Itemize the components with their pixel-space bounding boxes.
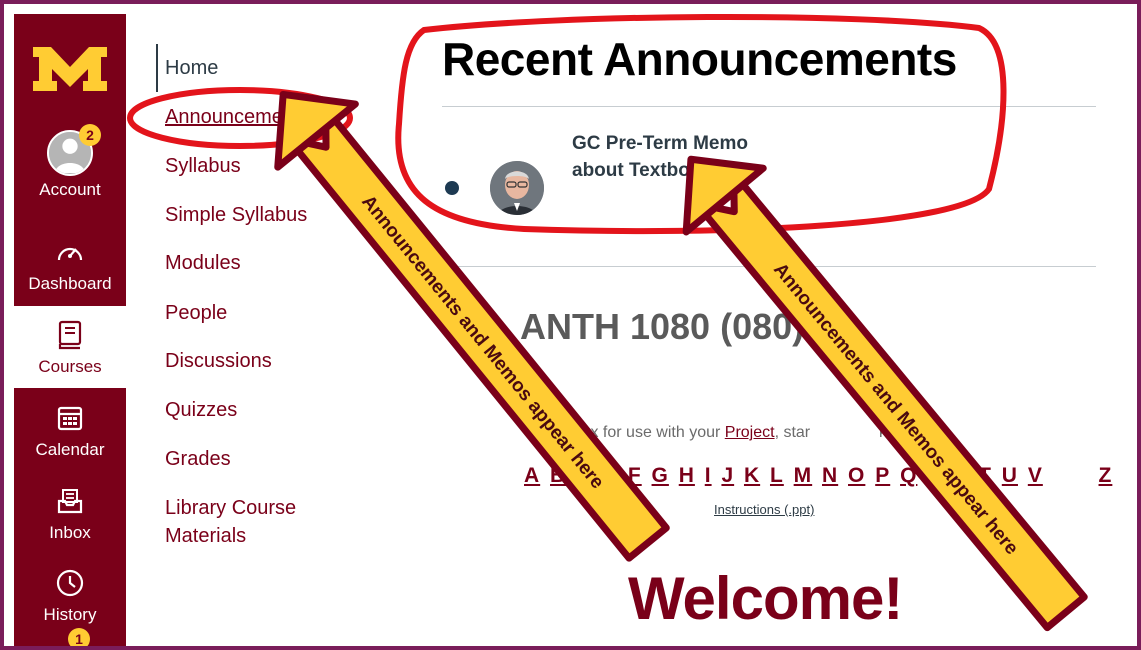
letter-link[interactable]: V (1028, 464, 1043, 487)
project-link[interactable]: Project (725, 424, 775, 441)
letter-link[interactable]: Z (1099, 464, 1113, 487)
letter-link[interactable]: S (953, 464, 968, 487)
global-nav: 2 Account Dashboard Courses Calendar Inb… (14, 14, 126, 646)
announcement-title-link[interactable]: GC Pre-Term Memo about Textbook (572, 130, 792, 184)
author-photo-icon (490, 161, 544, 215)
letter-link[interactable]: I (705, 464, 712, 487)
university-logo[interactable] (14, 34, 126, 104)
clock-icon (52, 565, 88, 601)
letter-link[interactable]: Q (900, 464, 917, 487)
course-nav-grades[interactable]: Grades (165, 445, 231, 473)
course-nav-modules[interactable]: Modules (165, 249, 241, 277)
course-nav-library-materials[interactable]: Materials (165, 522, 246, 550)
letter-link[interactable]: R (927, 464, 943, 487)
nav-dashboard[interactable]: Dashboard (14, 234, 126, 294)
announcement-title-line1: GC Pre-Term Memo (572, 133, 748, 154)
letter-link[interactable]: U (1002, 464, 1018, 487)
divider (442, 266, 1096, 267)
nav-courses-label: Courses (38, 357, 102, 376)
nav-account-label: Account (39, 180, 101, 199)
course-title: ANTH 1080 (080) (520, 306, 805, 347)
nav-history[interactable]: History (14, 554, 126, 636)
nav-inbox[interactable]: Inbox (14, 472, 126, 554)
help-notification-badge: 1 (68, 628, 90, 646)
nav-courses[interactable]: Courses (14, 306, 126, 388)
letter-link[interactable]: H (679, 464, 695, 487)
announcement-title-line2: about Textbook (572, 160, 713, 181)
course-nav-simple-syllabus[interactable]: Simple Syllabus (165, 201, 307, 229)
index-suffix: , star (774, 424, 811, 441)
instructions-link[interactable]: Instructions (.ppt) (714, 502, 814, 517)
nav-calendar[interactable]: Calendar (14, 389, 126, 471)
course-nav-home[interactable]: Home (165, 54, 218, 82)
letter-link[interactable]: O (848, 464, 865, 487)
calendar-icon (52, 400, 88, 436)
letter-link[interactable]: B (550, 464, 566, 487)
screenshot-frame: 2 Account Dashboard Courses Calendar Inb… (0, 0, 1141, 650)
letter-link[interactable]: F (628, 464, 642, 487)
index-tail: k 4: (879, 424, 905, 441)
course-nav-people[interactable]: People (165, 299, 227, 327)
main-content: Recent Announcements GC Pre-Term Memo ab… (442, 4, 1111, 646)
announcement-author-avatar[interactable] (490, 161, 544, 215)
welcome-heading: Welcome! (628, 565, 903, 632)
dashboard-gauge-icon (52, 234, 88, 270)
inbox-icon (52, 483, 88, 519)
letter-link[interactable]: K (744, 464, 760, 487)
project-index-text: ject Index for use with your Project, st… (530, 424, 905, 442)
alphabet-index: A B F G H I J K L M N O P Q R S T U V Z (524, 464, 1115, 488)
letter-link[interactable]: T (978, 464, 992, 487)
letter-link[interactable]: L (770, 464, 784, 487)
letter-link[interactable]: A (524, 464, 540, 487)
nav-history-label: History (43, 605, 97, 624)
letter-link[interactable]: N (822, 464, 838, 487)
index-prefix: ject Index for use with your (530, 424, 721, 441)
account-notification-badge: 2 (79, 124, 101, 146)
account-avatar: 2 (47, 124, 101, 176)
course-nav-announcements[interactable]: Announcements (165, 103, 310, 131)
nav-calendar-label: Calendar (35, 440, 105, 459)
nav-dashboard-label: Dashboard (28, 274, 112, 293)
nav-inbox-label: Inbox (49, 523, 91, 542)
letter-link[interactable]: P (875, 464, 890, 487)
letter-link[interactable]: J (721, 464, 734, 487)
course-nav-discussions[interactable]: Discussions (165, 347, 272, 375)
letter-link[interactable]: M (794, 464, 813, 487)
course-nav-syllabus[interactable]: Syllabus (165, 152, 241, 180)
page-title: Recent Announcements (442, 33, 957, 85)
letter-link[interactable]: G (652, 464, 669, 487)
divider (442, 106, 1096, 107)
course-nav-library-course[interactable]: Library Course (165, 494, 296, 522)
course-nav-quizzes[interactable]: Quizzes (165, 396, 237, 424)
m-logo-icon (33, 47, 107, 91)
nav-account[interactable]: 2 Account (14, 124, 126, 206)
course-nav-active-indicator (156, 44, 158, 92)
book-icon (52, 317, 88, 353)
unread-indicator-icon (445, 181, 459, 195)
